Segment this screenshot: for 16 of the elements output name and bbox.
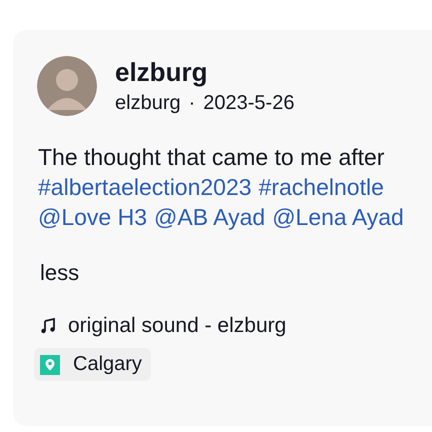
location-tag[interactable]: Calgary xyxy=(34,348,151,381)
author-handle[interactable]: elzburg xyxy=(115,91,181,115)
post-date: 2023-5-26 xyxy=(203,91,294,115)
hashtag-link[interactable]: #albertaelection2023 xyxy=(38,172,252,202)
hashtag-link[interactable]: #rachelnotle xyxy=(258,172,384,202)
avatar[interactable] xyxy=(37,56,97,116)
caption-text: The thought that came to me after xyxy=(38,143,384,172)
author-name[interactable]: elzburg xyxy=(115,57,208,87)
mention-link[interactable]: @Love H3 xyxy=(38,202,148,232)
mention-link[interactable]: @Lena Ayad xyxy=(272,202,404,232)
music-note-icon xyxy=(40,318,56,334)
separator: · xyxy=(188,91,196,115)
mention-link[interactable]: @AB Ayad xyxy=(154,202,266,232)
sound-link[interactable]: original sound - elzburg xyxy=(68,314,286,338)
location-pin-icon xyxy=(40,354,60,374)
less-link[interactable]: less xyxy=(40,258,80,288)
